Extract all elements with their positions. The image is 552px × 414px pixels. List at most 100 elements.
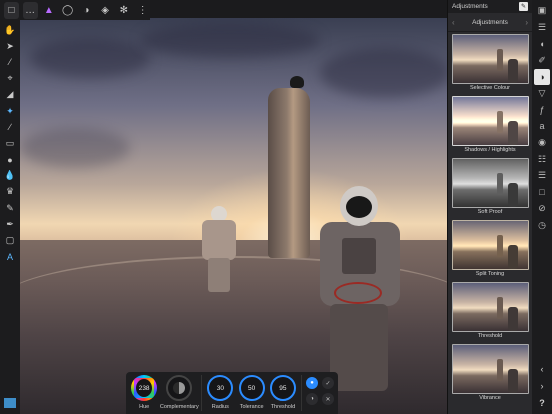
chevron-left-icon[interactable]: ‹ (452, 18, 455, 27)
chevron-right-icon[interactable]: › (525, 18, 528, 27)
preset-thumbnail[interactable] (452, 96, 529, 146)
preset-item[interactable]: Vibrance (452, 344, 529, 403)
text-tool-icon[interactable]: A (2, 250, 18, 264)
move-tool-icon[interactable]: ➤ (2, 39, 18, 53)
channels-icon[interactable]: □ (534, 185, 550, 201)
help-button[interactable]: ? (532, 398, 552, 408)
hue-wheel-icon[interactable]: 238 (131, 375, 158, 401)
layers-icon[interactable]: ☰ (534, 20, 550, 36)
paint-brush-icon[interactable]: ∕ (2, 120, 18, 134)
preset-list: Selective Colour Shadows / Highlights Soft… (448, 32, 532, 403)
preset-item[interactable]: Selective Colour (452, 34, 529, 93)
preset-item[interactable]: Shadows / Highlights (452, 96, 529, 155)
tolerance-control[interactable]: 50 Tolerance (238, 375, 266, 410)
pen-tool-icon[interactable]: ✒ (2, 217, 18, 231)
affinity-logo-icon[interactable]: ▲ (42, 2, 57, 19)
hand-tool-icon[interactable]: ✋ (2, 23, 18, 37)
hue-control[interactable]: 238 Hue (130, 375, 158, 410)
studio-nav: ‹ Adjustments › (448, 13, 532, 32)
preset-thumbnail[interactable] (452, 158, 529, 208)
cloud (320, 48, 447, 98)
app-window: □ … ▲ ◯ ◑ ◈ ✻ ⋮ ✋ ➤ ⁄ ⌖ ◢ ✦ ∕ ▭ ● 💧 ♛ ✎ … (0, 0, 552, 414)
radius-dial[interactable]: 30 (207, 375, 234, 401)
complementary-label: Complementary (159, 404, 199, 410)
macros-icon[interactable]: ⊘ (534, 201, 550, 217)
preset-item[interactable]: Soft Proof (452, 158, 529, 217)
preset-label: Split Toning (475, 271, 505, 277)
preset-thumbnail[interactable] (452, 344, 529, 394)
dodge-tool-icon[interactable]: ● (2, 153, 18, 167)
shape-tool-icon[interactable]: ▢ (2, 233, 18, 247)
category-title: Adjustments (472, 18, 508, 26)
clock-icon[interactable]: ◷ (534, 218, 550, 234)
more-button[interactable]: … (22, 1, 38, 19)
color-mode-icon[interactable]: ● (306, 377, 318, 389)
color-icon[interactable]: ◖ (534, 36, 550, 52)
more-icon: … (25, 4, 36, 16)
share-icon[interactable]: ⋮ (135, 2, 150, 19)
develop-persona-icon[interactable]: ◑ (79, 2, 94, 19)
complementary-icon[interactable] (166, 375, 193, 401)
pin-icon[interactable]: ✎ (519, 2, 528, 11)
threshold-control[interactable]: 95 Threshold (269, 375, 297, 410)
smudge-tool-icon[interactable]: 💧 (2, 169, 18, 183)
astronaut-foreground (320, 186, 400, 391)
tolerance-value: 50 (248, 384, 256, 392)
brushes-icon[interactable]: ✐ (534, 53, 550, 69)
erase-brush-icon[interactable]: ▭ (2, 136, 18, 150)
clone-tool-icon[interactable]: ♛ (2, 185, 18, 199)
preset-label: Vibrance (479, 395, 501, 401)
healing-brush-icon[interactable]: ✎ (2, 201, 18, 215)
document-canvas[interactable] (20, 18, 447, 414)
styles-icon[interactable]: ƒ (534, 102, 550, 118)
cloud (20, 128, 130, 168)
context-toolbar: 238 Hue Complementary 30 Radius 50 Toler… (126, 372, 338, 414)
divider (201, 375, 203, 411)
hue-value: 238 (136, 379, 153, 397)
adjustments-studio: Adjustments ✎ ‹ Adjustments › Selective … (447, 0, 532, 414)
liquify-persona-icon[interactable]: ◯ (60, 2, 75, 19)
confirm-icon[interactable]: ✓ (322, 377, 334, 389)
selection-brush-icon[interactable]: ⁄ (2, 55, 18, 69)
camera-icon[interactable]: ◉ (534, 135, 550, 151)
preset-label: Shadows / Highlights (464, 147, 516, 153)
threshold-dial[interactable]: 95 (269, 375, 296, 401)
adjustments-icon[interactable]: ◑ (534, 69, 550, 85)
radius-label: Radius (211, 404, 229, 410)
export-persona-icon[interactable]: ✻ (117, 2, 132, 19)
bird (290, 76, 304, 88)
preset-item[interactable]: Threshold (452, 282, 529, 341)
color-picker-icon[interactable]: ✦ (2, 104, 18, 118)
document-icon[interactable]: □ (4, 1, 19, 19)
close-icon[interactable]: ✕ (322, 393, 334, 405)
preset-label: Selective Colour (469, 85, 511, 91)
text-styles-icon[interactable]: a (534, 119, 550, 135)
flood-fill-icon[interactable]: ◢ (2, 88, 18, 102)
preset-thumbnail[interactable] (452, 220, 529, 270)
complementary-control[interactable]: Complementary (159, 375, 199, 410)
crop-tool-icon[interactable]: ⌖ (2, 72, 18, 86)
hue-label: Hue (139, 404, 150, 410)
threshold-label: Threshold (270, 404, 296, 410)
cloud (140, 23, 320, 58)
radius-control[interactable]: 30 Radius (206, 375, 234, 410)
chevron-right-icon[interactable]: › (532, 381, 552, 391)
radius-value: 30 (216, 384, 224, 392)
tone-mapping-persona-icon[interactable]: ◈ (98, 2, 113, 19)
mode-buttons: ● ✓ ◑ ✕ (306, 377, 334, 405)
tolerance-dial[interactable]: 50 (238, 375, 265, 401)
navigator-icon[interactable]: ▣ (534, 3, 550, 19)
preset-item[interactable]: Split Toning (452, 220, 529, 279)
color-swatch[interactable] (4, 398, 16, 408)
preset-thumbnail[interactable] (452, 282, 529, 332)
preset-label: Threshold (477, 333, 503, 339)
tolerance-label: Tolerance (239, 404, 264, 410)
studio-icon-strip: ▣ ☰ ◖ ✐ ◑ ▽ ƒ a ◉ ☷ ☰ □ ⊘ ◷ (532, 0, 552, 414)
preset-thumbnail[interactable] (452, 34, 529, 84)
stock-icon[interactable]: ☰ (534, 168, 550, 184)
chevron-left-icon[interactable]: ‹ (532, 364, 552, 374)
history-icon[interactable]: ☷ (534, 152, 550, 168)
effects-icon[interactable]: ▽ (534, 86, 550, 102)
stone-monolith (268, 88, 310, 258)
invert-icon[interactable]: ◑ (306, 393, 318, 405)
